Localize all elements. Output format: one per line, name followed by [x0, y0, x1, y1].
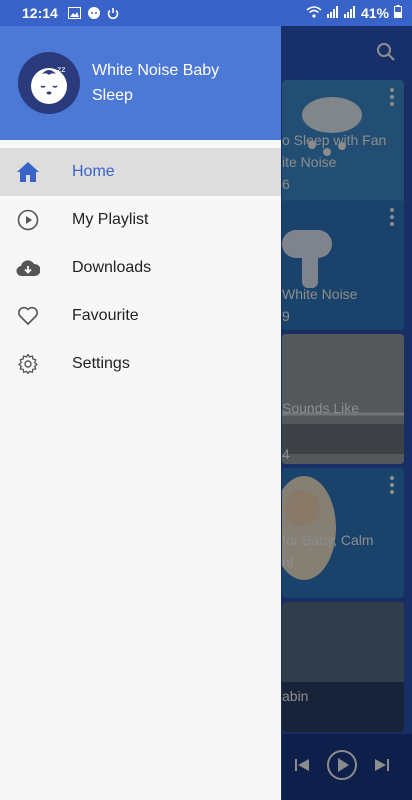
image-notification-icon — [67, 7, 81, 19]
app-logo: zz — [18, 52, 80, 114]
wifi-icon — [306, 5, 322, 21]
menu-item-my-playlist[interactable]: My Playlist — [0, 196, 281, 244]
menu-item-favourite[interactable]: Favourite — [0, 292, 281, 340]
battery-icon — [394, 5, 402, 21]
drawer-header: zz White Noise Baby Sleep — [0, 26, 281, 140]
battery-percent: 41% — [360, 5, 389, 21]
menu-item-label: Downloads — [72, 259, 152, 276]
baby-face-icon: zz — [31, 65, 67, 104]
navigation-drawer: zz White Noise Baby Sleep Home My Playli… — [0, 26, 281, 800]
menu-item-label: My Playlist — [72, 211, 149, 228]
menu-item-label: Favourite — [72, 307, 139, 324]
heart-icon — [16, 304, 40, 328]
gear-icon — [16, 352, 40, 376]
menu-item-label: Settings — [72, 355, 130, 372]
play-circle-icon — [16, 208, 40, 232]
power-notification-icon — [107, 7, 119, 20]
drawer-menu: Home My Playlist Downloads Favourite Set… — [0, 148, 281, 388]
status-time: 12:14 — [22, 5, 58, 21]
cloud-download-icon — [16, 256, 40, 280]
app-title: White Noise Baby Sleep — [92, 62, 220, 104]
menu-item-downloads[interactable]: Downloads — [0, 244, 281, 292]
menu-item-settings[interactable]: Settings — [0, 340, 281, 388]
home-icon — [16, 160, 40, 184]
signal-icon-2 — [343, 5, 356, 21]
status-bar: 12:14 41% — [0, 0, 412, 26]
menu-item-home[interactable]: Home — [0, 148, 281, 196]
svg-text:zz: zz — [57, 65, 65, 74]
menu-item-label: Home — [72, 163, 115, 180]
baby-notification-icon — [87, 6, 101, 20]
signal-icon-1 — [326, 5, 339, 21]
